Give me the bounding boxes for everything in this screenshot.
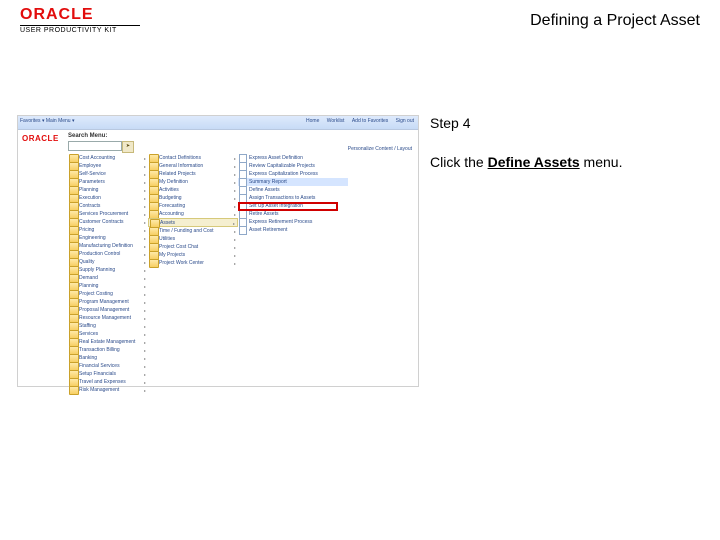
menu-item[interactable]: Demand▸ [68, 274, 148, 282]
logo-brand: ORACLE [20, 6, 140, 24]
action-prefix: Click the [430, 154, 488, 170]
menu-item[interactable]: Services▸ [68, 330, 148, 338]
menu-item[interactable]: Retire Assets [238, 210, 348, 218]
instruction-panel: Step 4 Click the Define Assets menu. [430, 115, 700, 171]
menu-item[interactable]: Project Costing▸ [68, 290, 148, 298]
menu-item[interactable]: Express Retirement Process [238, 218, 348, 226]
search-input[interactable] [68, 141, 122, 151]
page-title: Defining a Project Asset [530, 12, 700, 30]
menu-item[interactable]: Program Management▸ [68, 298, 148, 306]
search-go-button[interactable]: ➤ [122, 141, 134, 153]
menu-item[interactable]: Transaction Billing▸ [68, 346, 148, 354]
app-topbar: Favorites ▾ Main Menu ▾ Home Worklist Ad… [18, 116, 418, 130]
menu-item[interactable]: Express Asset Definition [238, 154, 348, 162]
step-label: Step 4 [430, 115, 700, 131]
menu-item[interactable]: Execution▸ [68, 194, 148, 202]
logo-subtitle: USER PRODUCTIVITY KIT [20, 27, 140, 34]
menu-item[interactable]: My Projects▸ [148, 251, 238, 259]
topbar-link-worklist[interactable]: Worklist [327, 118, 345, 124]
menu-item[interactable]: General Information▸ [148, 162, 238, 170]
menu-item[interactable]: Forecasting▸ [148, 202, 238, 210]
menu-item[interactable]: Assign Transactions to Assets [238, 194, 348, 202]
menu-item[interactable]: Financial Services▸ [68, 362, 148, 370]
action-suffix: menu. [580, 154, 623, 170]
menu-item[interactable]: Setup Financials▸ [68, 370, 148, 378]
topbar-link-favorites[interactable]: Add to Favorites [352, 118, 388, 124]
menu-item[interactable]: Customer Contracts▸ [68, 218, 148, 226]
search-label: Search Menu: [68, 133, 107, 139]
menu-col-1: Cost Accounting▸Employee▸Self-Service▸Pa… [68, 154, 148, 394]
menu-item[interactable]: Planning▸ [68, 186, 148, 194]
menu-item[interactable]: Cost Accounting▸ [68, 154, 148, 162]
menu-item[interactable]: My Definition▸ [148, 178, 238, 186]
menu-item[interactable]: Risk Management▸ [68, 386, 148, 394]
menu-item[interactable]: Related Projects▸ [148, 170, 238, 178]
menu-item[interactable]: Accounting▸ [148, 210, 238, 218]
menu-item[interactable]: Define Assets [238, 186, 348, 194]
menu-item[interactable]: Express Capitalization Process [238, 170, 348, 178]
personalize-link[interactable]: Personalize Content / Layout [348, 146, 412, 152]
menu-item[interactable]: Review Capitalizable Projects [238, 162, 348, 170]
menu-item[interactable]: Supply Planning▸ [68, 266, 148, 274]
menu-item[interactable]: Employee▸ [68, 162, 148, 170]
menu-item[interactable]: Staffing▸ [68, 322, 148, 330]
oracle-logo: ORACLE USER PRODUCTIVITY KIT [20, 6, 140, 34]
menu-item[interactable]: Project Cost Chat▸ [148, 243, 238, 251]
menu-item[interactable]: Planning▸ [68, 282, 148, 290]
menu-item[interactable]: Engineering▸ [68, 234, 148, 242]
menu-item[interactable]: Manufacturing Definition▸ [68, 242, 148, 250]
instruction-text: Click the Define Assets menu. [430, 153, 700, 171]
menu-item[interactable]: Self-Service▸ [68, 170, 148, 178]
menu-item[interactable]: Pricing▸ [68, 226, 148, 234]
menu-item[interactable]: Assets▸ [148, 218, 238, 227]
topbar-link-signout[interactable]: Sign out [396, 118, 414, 124]
menu-item[interactable]: Budgeting▸ [148, 194, 238, 202]
menu-item[interactable]: Activities▸ [148, 186, 238, 194]
menu-item[interactable]: Utilities▸ [148, 235, 238, 243]
menu-item[interactable]: Asset Retirement [238, 226, 348, 234]
topbar-left[interactable]: Favorites ▾ Main Menu ▾ [20, 118, 74, 124]
menu-item[interactable]: Real Estate Management▸ [68, 338, 148, 346]
action-target: Define Assets [488, 154, 580, 170]
topbar-link-home[interactable]: Home [306, 118, 319, 124]
menu-item[interactable]: Banking▸ [68, 354, 148, 362]
menu-item[interactable]: Quality▸ [68, 258, 148, 266]
topbar-right: Home Worklist Add to Favorites Sign out [300, 118, 414, 124]
app-screenshot: Favorites ▾ Main Menu ▾ Home Worklist Ad… [17, 115, 419, 387]
menu-item[interactable]: Contracts▸ [68, 202, 148, 210]
menu-item[interactable]: Contact Definitions▸ [148, 154, 238, 162]
menu-item[interactable]: Project Work Center▸ [148, 259, 238, 267]
menu-col-3: Express Asset DefinitionReview Capitaliz… [238, 154, 348, 234]
menu-item[interactable]: Resource Management▸ [68, 314, 148, 322]
menu-item[interactable]: Summary Report [238, 178, 348, 186]
highlight-define-assets[interactable] [238, 202, 338, 211]
menu-item[interactable]: Proposal Management▸ [68, 306, 148, 314]
menu-item[interactable]: Production Control▸ [68, 250, 148, 258]
logo-divider [20, 25, 140, 26]
menu-item[interactable]: Time / Funding and Cost▸ [148, 227, 238, 235]
menu-col-2: Contact Definitions▸General Information▸… [148, 154, 238, 267]
menu-item[interactable]: Travel and Expenses▸ [68, 378, 148, 386]
menu-item[interactable]: Services Procurement▸ [68, 210, 148, 218]
app-brand: ORACLE [22, 134, 59, 143]
menu-item[interactable]: Parameters▸ [68, 178, 148, 186]
